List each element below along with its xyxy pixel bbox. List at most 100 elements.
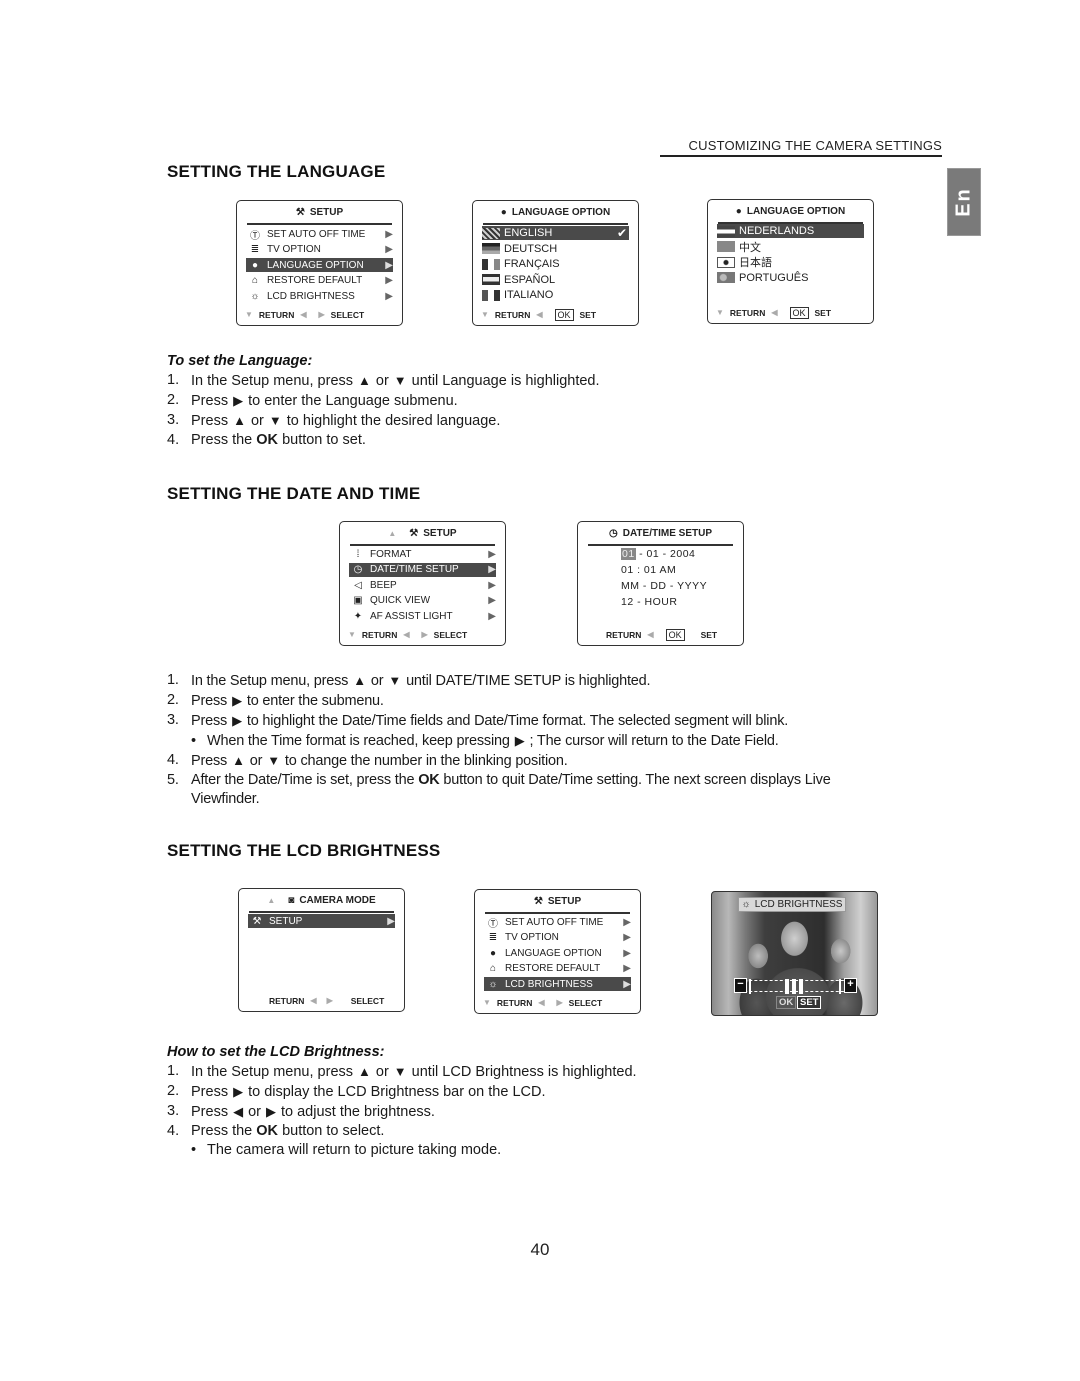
menu-item[interactable]: ● LANGUAGE OPTION ▶ bbox=[246, 258, 393, 273]
down-arrow-icon: ▼ bbox=[393, 373, 407, 388]
language-label: 中文 bbox=[739, 241, 761, 254]
ok-button-label: OK bbox=[418, 772, 440, 788]
step-item: 4. Press ▲ or ▼ to change the number in the b… bbox=[167, 751, 831, 771]
chevron-right-icon: ▶ bbox=[623, 916, 631, 928]
ok-button-label: OK bbox=[256, 1123, 279, 1139]
language-label: ENGLISH bbox=[504, 227, 553, 239]
menu-item-icon: ⌂ bbox=[251, 275, 259, 287]
menu-item-label: SETUP bbox=[269, 915, 303, 927]
step-text: or bbox=[248, 1104, 261, 1120]
menu-item-label: LCD BRIGHTNESS bbox=[505, 978, 593, 990]
step-item: 4. Press the OK button to select. bbox=[167, 1122, 637, 1141]
menu-item[interactable]: ▣ QUICK VIEW ▶ bbox=[349, 594, 496, 608]
step-number: 4. bbox=[167, 1123, 180, 1139]
menu-item[interactable]: Ⓣ SET AUTO OFF TIME ▶ bbox=[246, 227, 393, 242]
camera-icon: ◙ bbox=[288, 895, 295, 906]
menu-item[interactable]: ⚒ SETUP ▶ bbox=[248, 914, 395, 928]
date-month-segment: 01 bbox=[621, 548, 636, 560]
language-item[interactable]: ITALIANO bbox=[482, 288, 629, 302]
menu-item-label: RESTORE DEFAULT bbox=[267, 275, 363, 287]
bullet-icon: • bbox=[191, 1142, 197, 1158]
menu-item-label: FORMAT bbox=[370, 548, 412, 560]
menu-item[interactable]: Ⓣ SET AUTO OFF TIME ▶ bbox=[484, 915, 631, 930]
minus-icon[interactable]: − bbox=[734, 978, 747, 993]
language-item[interactable]: 日本語 bbox=[717, 255, 864, 269]
menu-item[interactable]: ≣ TV OPTION ▶ bbox=[484, 931, 631, 945]
language-item[interactable]: ESPAÑOL bbox=[482, 273, 629, 287]
language-item[interactable]: 中文 bbox=[717, 240, 864, 254]
up-arrow-icon: ▲ bbox=[353, 673, 366, 688]
right-arrow-icon: ▶ bbox=[514, 733, 525, 748]
step-text: Press bbox=[191, 1104, 229, 1120]
screen-setup-language: ⚒ SETUP Ⓣ SET AUTO OFF TIME ▶ ≣ TV OPTION ▶ ● LA… bbox=[236, 200, 403, 326]
chevron-right-icon: ▶ bbox=[488, 595, 496, 607]
language-item[interactable]: DEUTSCH bbox=[482, 242, 629, 256]
language-label: PORTUGUÊS bbox=[739, 271, 809, 284]
menu-item[interactable]: ☼ LCD BRIGHTNESS ▶ bbox=[484, 977, 631, 992]
down-arrow-icon: ▼ bbox=[245, 310, 253, 319]
menu-item-icon: ⌂ bbox=[489, 963, 497, 975]
chevron-right-icon: ▶ bbox=[385, 259, 393, 271]
menu-item[interactable]: ● LANGUAGE OPTION ▶ bbox=[484, 946, 631, 960]
language-icon: ● bbox=[735, 206, 742, 217]
slider-end-marker bbox=[839, 979, 841, 994]
right-arrow-icon: ▶ bbox=[232, 713, 242, 728]
step-item: 1. In the Setup menu, press ▲ or ▼ until LCD … bbox=[167, 1062, 637, 1082]
screen-footer: ▼ RETURN ◀ ▶ SELECT bbox=[245, 308, 394, 321]
step-item: • When the Time format is reached, keep p… bbox=[167, 731, 831, 751]
set-button[interactable]: SET bbox=[797, 996, 822, 1009]
language-item[interactable]: ENGLISH ✔ bbox=[482, 226, 629, 240]
language-item[interactable]: FRANÇAIS bbox=[482, 257, 629, 271]
ok-button[interactable]: OK bbox=[776, 996, 797, 1009]
menu-item[interactable]: ⌂ RESTORE DEFAULT ▶ bbox=[484, 962, 631, 976]
setup-tools-icon: ⚒ bbox=[533, 896, 543, 907]
screen-lcd-brightness-preview: ☼ LCD BRIGHTNESS − + OK SET bbox=[711, 891, 878, 1016]
menu-item[interactable]: ≣ TV OPTION ▶ bbox=[246, 243, 393, 257]
screen-camera-mode: ▲ ◙ CAMERA MODE ⚒ SETUP ▶ RETURN ◀ ▶ SELECT bbox=[238, 888, 405, 1012]
brightness-level-marker[interactable] bbox=[799, 979, 803, 994]
menu-item[interactable]: ◷ DATE/TIME SETUP ▶ bbox=[349, 562, 496, 577]
language-label: 日本語 bbox=[739, 257, 772, 270]
brightness-level-marker[interactable] bbox=[785, 979, 789, 994]
up-arrow-icon: ▲ bbox=[358, 373, 371, 388]
right-arrow-icon: ▶ bbox=[326, 996, 333, 1005]
down-arrow-icon: ▼ bbox=[716, 308, 724, 317]
language-item[interactable]: PORTUGUÊS bbox=[717, 271, 864, 285]
menu-item-icon: ▣ bbox=[353, 595, 363, 607]
screen-setup-lcd: ⚒ SETUP Ⓣ SET AUTO OFF TIME ▶ ≣ TV OPTION ▶ ● LA… bbox=[474, 889, 641, 1014]
up-arrow-icon: ▲ bbox=[267, 896, 276, 905]
screen-title: SETUP bbox=[423, 528, 457, 539]
chevron-right-icon: ▶ bbox=[488, 548, 496, 560]
chevron-right-icon: ▶ bbox=[623, 963, 631, 975]
menu-item[interactable]: ☼ LCD BRIGHTNESS ▶ bbox=[246, 289, 393, 303]
return-label: RETURN bbox=[258, 309, 295, 320]
flag-icon bbox=[482, 289, 500, 301]
time-field: 01 : 01 AM bbox=[621, 564, 677, 576]
menu-item[interactable]: ⁞ FORMAT ▶ bbox=[349, 547, 496, 561]
menu-item-icon: ✦ bbox=[353, 610, 363, 622]
menu-item[interactable]: ◁ BEEP ▶ bbox=[349, 578, 496, 592]
plus-icon[interactable]: + bbox=[844, 978, 857, 993]
screen-title: SETUP bbox=[547, 896, 582, 907]
step-text: to enter the submenu. bbox=[246, 693, 384, 709]
step-text: to highlight the desired language. bbox=[286, 413, 501, 429]
set-label: SET bbox=[579, 309, 597, 320]
return-label: RETURN bbox=[361, 629, 398, 640]
menu-item[interactable]: ✦ AF ASSIST LIGHT ▶ bbox=[349, 609, 496, 623]
left-arrow-icon: ◀ bbox=[771, 308, 778, 317]
up-arrow-icon: ▲ bbox=[388, 529, 397, 538]
down-arrow-icon: ▼ bbox=[388, 673, 402, 688]
language-item[interactable]: NEDERLANDS bbox=[717, 224, 864, 238]
down-arrow-icon: ▼ bbox=[348, 630, 356, 639]
step-text: Viewfinder. bbox=[191, 791, 260, 807]
chevron-right-icon: ▶ bbox=[385, 244, 393, 256]
menu-item-label: TV OPTION bbox=[505, 932, 559, 944]
menu-item[interactable]: ⌂ RESTORE DEFAULT ▶ bbox=[246, 274, 393, 288]
ok-button-label: OK bbox=[256, 432, 279, 448]
brightness-level-marker[interactable] bbox=[792, 979, 796, 994]
right-arrow-icon: ▶ bbox=[556, 998, 563, 1007]
step-number: 3. bbox=[167, 412, 180, 428]
step-number: 5. bbox=[167, 772, 179, 788]
title-divider bbox=[588, 544, 733, 546]
setup-tools-icon: ⚒ bbox=[295, 207, 305, 218]
